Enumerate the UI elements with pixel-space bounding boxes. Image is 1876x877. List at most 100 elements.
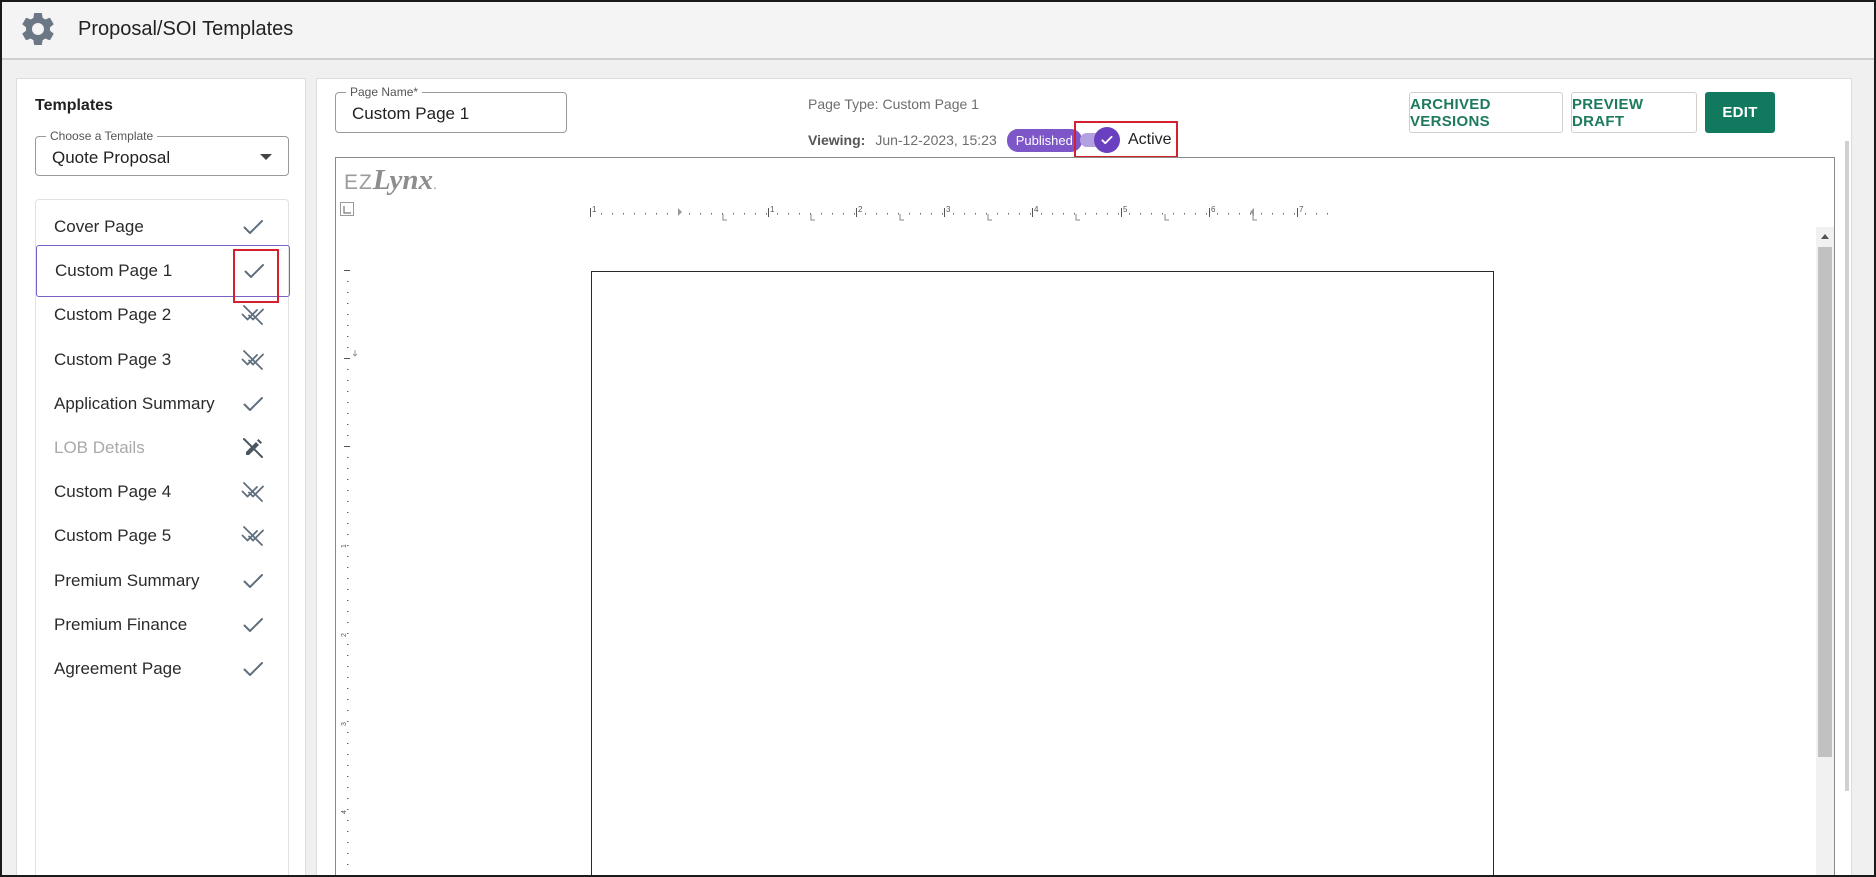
ruler-tick [347, 523, 349, 524]
ruler-tick [898, 213, 899, 215]
ruler-number: 1 [341, 544, 348, 548]
ruler-tick [347, 699, 349, 700]
template-page-item[interactable]: Custom Page 2 [36, 293, 290, 337]
ruler-tick [347, 787, 349, 788]
ruler-tick [612, 213, 613, 215]
ruler-tick [1118, 213, 1119, 215]
template-page-item: LOB Details [36, 426, 290, 470]
active-toggle[interactable]: Active [1074, 121, 1178, 158]
template-page-label: Custom Page 4 [54, 482, 172, 502]
page-name-label: Page Name* [346, 85, 423, 99]
page-name-input[interactable] [352, 104, 552, 124]
page-name-field[interactable]: Page Name* [335, 85, 567, 133]
ruler-tick [347, 853, 349, 854]
tab-left-icon [343, 206, 351, 214]
scroll-thumb[interactable] [1818, 247, 1832, 757]
page-title: Proposal/SOI Templates [78, 17, 294, 40]
horizontal-ruler[interactable]: 1 1 2 3 4 5 6 7 [590, 206, 1835, 222]
ruler-tick [347, 281, 349, 282]
ruler-tick [347, 501, 349, 502]
template-page-label: LOB Details [54, 438, 145, 457]
template-page-item[interactable]: Custom Page 5 [36, 514, 290, 558]
ruler-tick [1052, 213, 1053, 215]
ruler-tick [347, 875, 349, 876]
ruler-tick [843, 213, 844, 215]
ruler-tick [347, 710, 349, 711]
preview-draft-button[interactable]: PREVIEW DRAFT [1571, 92, 1697, 133]
ruler-tick [1294, 213, 1295, 215]
ruler-tick [347, 435, 349, 436]
ruler-major-tick [590, 208, 591, 217]
ruler-tick [887, 213, 888, 215]
ruler-tick [975, 213, 976, 215]
editor-scrollbar[interactable] [1816, 227, 1834, 877]
template-page-item[interactable]: Cover Page [36, 205, 290, 249]
template-page-item[interactable]: Custom Page 1 [36, 245, 290, 298]
ruler-tick [347, 303, 349, 304]
ruler-tick [347, 754, 349, 755]
template-page-item[interactable]: Application Summary [36, 382, 290, 426]
document-editor: EZ Lynx . 1 1 2 3 4 5 6 7 1 2 3 4 [335, 157, 1835, 877]
ruler-number: 1 [770, 206, 775, 214]
ruler-major-tick [1297, 208, 1298, 217]
template-page-label: Custom Page 1 [55, 261, 173, 281]
tab-stop-marker [810, 214, 815, 221]
ruler-tick [1206, 213, 1207, 215]
template-page-item[interactable]: Premium Summary [36, 559, 290, 603]
ruler-tick [832, 213, 833, 215]
template-select[interactable]: Choose a Template Quote Proposal [35, 129, 289, 176]
scroll-up-arrow-icon[interactable] [1821, 234, 1829, 239]
ruler-tick [755, 213, 756, 215]
ruler-tick [347, 314, 349, 315]
check-slash-icon [241, 349, 264, 370]
ruler-number: 2 [858, 206, 863, 214]
tab-stop-selector[interactable] [340, 202, 354, 216]
ruler-number: 4 [341, 810, 348, 814]
template-page-item[interactable]: Agreement Page [36, 647, 290, 691]
ruler-number: 7 [1299, 206, 1304, 214]
ruler-tick [1316, 213, 1317, 215]
ruler-tick [347, 721, 349, 722]
check-slash-icon [241, 526, 264, 547]
ruler-tick [986, 213, 987, 215]
template-page-label: Application Summary [54, 393, 215, 413]
viewing-row: Viewing: Jun-12-2023, 15:23 Published [808, 127, 1082, 153]
ruler-tick [1195, 213, 1196, 215]
template-select-label: Choose a Template [46, 129, 158, 143]
ruler-number: 4 [1034, 206, 1039, 214]
ruler-tick [1107, 213, 1108, 215]
vertical-ruler[interactable]: 1 2 3 4 [336, 260, 360, 877]
ruler-tick [1019, 213, 1020, 215]
ruler-tick [931, 213, 932, 215]
viewing-label: Viewing: [808, 132, 866, 148]
template-page-item[interactable]: Custom Page 4 [36, 470, 290, 514]
edit-off-icon [243, 438, 263, 458]
ruler-tick [1173, 213, 1174, 215]
template-page-item[interactable]: Custom Page 3 [36, 338, 290, 382]
ruler-tick [1041, 213, 1042, 215]
active-toggle-label: Active [1128, 130, 1172, 148]
document-page[interactable] [591, 271, 1494, 877]
page-scrollbar[interactable] [1845, 141, 1849, 791]
ruler-tick [347, 534, 349, 535]
ruler-tick [667, 213, 668, 215]
ruler-tick [1261, 213, 1262, 215]
ruler-tick [347, 831, 349, 832]
status-badge: Published [1006, 128, 1082, 152]
ruler-major-tick [856, 208, 857, 217]
toggle-knob [1094, 126, 1120, 153]
template-page-item[interactable]: Premium Finance [36, 603, 290, 647]
ruler-tick [942, 213, 943, 215]
ruler-tick [1217, 213, 1218, 215]
ruler-tick [347, 391, 349, 392]
ruler-tick [347, 732, 349, 733]
ruler-tick [347, 347, 349, 348]
ruler-tick [1272, 213, 1273, 215]
ruler-tick [799, 213, 800, 215]
ruler-tick [953, 213, 954, 215]
ruler-major-tick [344, 358, 350, 359]
archived-versions-button[interactable]: ARCHIVED VERSIONS [1409, 92, 1563, 133]
ruler-tick [347, 666, 349, 667]
edit-button[interactable]: EDIT [1705, 92, 1775, 133]
ruler-number: 1 [592, 206, 597, 214]
